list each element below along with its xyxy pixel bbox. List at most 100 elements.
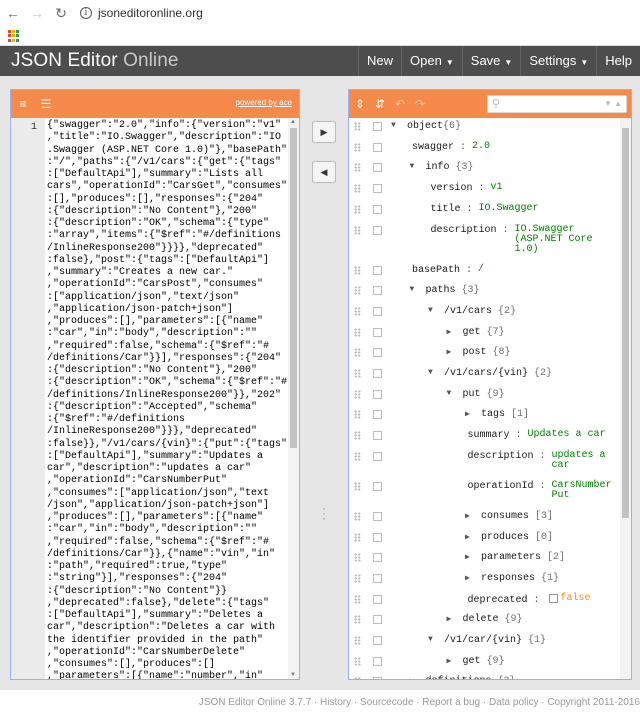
tree-key-text[interactable]: get: [463, 656, 481, 667]
tree-key-text[interactable]: description: [431, 225, 497, 236]
tree-key[interactable]: post {8}: [463, 347, 511, 358]
drag-handle-icon[interactable]: [354, 410, 361, 420]
context-menu-button[interactable]: [373, 306, 382, 316]
tree-key[interactable]: operationId : CarsNumber Put: [468, 480, 612, 501]
apps-grid-icon[interactable]: [8, 30, 20, 42]
tree-key-text[interactable]: post: [463, 347, 487, 358]
tree-key-text[interactable]: version: [431, 183, 473, 194]
drag-handle-icon[interactable]: [354, 553, 361, 563]
tree-key-text[interactable]: description: [468, 451, 534, 462]
context-menu-button[interactable]: [373, 636, 382, 645]
drag-handle-icon[interactable]: [354, 481, 361, 491]
context-menu-button[interactable]: [373, 286, 382, 296]
tree-value[interactable]: false: [561, 593, 591, 604]
tree-row[interactable]: summary : Updates a car: [349, 429, 620, 450]
back-icon[interactable]: ←: [6, 5, 20, 21]
tree-key[interactable]: paths {3}: [426, 285, 480, 296]
tree-key[interactable]: swagger : 2.0: [412, 141, 490, 153]
context-menu-button[interactable]: [373, 184, 382, 194]
expanded-caret-icon[interactable]: ▼: [428, 368, 433, 377]
tree-key-text[interactable]: consumes: [481, 511, 529, 522]
context-menu-button[interactable]: [373, 481, 382, 491]
tree-key[interactable]: basePath : /: [412, 264, 484, 276]
expanded-caret-icon[interactable]: ▼: [391, 121, 396, 130]
tree-key[interactable]: /v1/cars {2}: [444, 306, 516, 317]
expand-all-icon[interactable]: ⇕: [353, 97, 367, 111]
drag-handle-icon[interactable]: [354, 656, 361, 666]
tree-row[interactable]: title : IO.Swagger: [349, 203, 620, 224]
tree-row[interactable]: ▶ get {7}: [349, 326, 620, 347]
tree-row[interactable]: ▶ parameters [2]: [349, 551, 620, 572]
drag-handle-icon[interactable]: [354, 431, 361, 441]
tree-key[interactable]: summary : Updates a car: [468, 430, 606, 442]
tree-key[interactable]: consumes [3]: [481, 511, 553, 522]
forward-icon[interactable]: →: [30, 5, 44, 21]
expanded-caret-icon[interactable]: ▼: [410, 162, 415, 171]
context-menu-button[interactable]: [373, 163, 382, 173]
tree-key-text[interactable]: /v1/car/{vin}: [444, 635, 522, 646]
tree-key[interactable]: /v1/car/{vin} {1}: [444, 635, 546, 646]
tree-key-text[interactable]: swagger: [412, 142, 454, 153]
tree-key-text[interactable]: paths: [426, 285, 456, 296]
tree-key[interactable]: /v1/cars/{vin} {2}: [444, 368, 552, 379]
drag-handle-icon[interactable]: [354, 204, 361, 214]
drag-handle-icon[interactable]: [354, 122, 361, 131]
expanded-caret-icon[interactable]: ▼: [410, 285, 415, 294]
drag-handle-icon[interactable]: [354, 163, 361, 173]
expanded-caret-icon[interactable]: ▼: [428, 306, 433, 315]
tree-row[interactable]: ▶ consumes [3]: [349, 510, 620, 531]
tree-key-text[interactable]: get: [463, 327, 481, 338]
info-icon[interactable]: i: [80, 7, 92, 19]
context-menu-button[interactable]: [373, 573, 382, 583]
drag-handle-icon[interactable]: [354, 389, 361, 399]
context-menu-button[interactable]: [373, 615, 382, 625]
search-nav-icon[interactable]: ▼ ▲: [604, 99, 622, 108]
tree-row[interactable]: ▶ responses {1}: [349, 572, 620, 593]
tree-row[interactable]: operationId : CarsNumber Put: [349, 480, 620, 510]
tree-key-text[interactable]: operationId: [468, 481, 534, 492]
collapse-all-icon[interactable]: ⇵: [373, 97, 387, 111]
tree-key[interactable]: deprecated : false: [468, 593, 591, 606]
scroll-thumb[interactable]: [622, 128, 629, 518]
copy-to-code-button[interactable]: ◀: [312, 161, 336, 183]
compact-icon[interactable]: ☰: [39, 97, 53, 111]
collapsed-caret-icon[interactable]: ▶: [465, 573, 470, 583]
splitter-handle[interactable]: · · ·: [322, 502, 326, 524]
expanded-caret-icon[interactable]: ▼: [428, 635, 433, 644]
tree-key-text[interactable]: object: [407, 121, 443, 132]
context-menu-button[interactable]: [373, 594, 382, 604]
tree-key-text[interactable]: produces: [481, 532, 529, 543]
context-menu-button[interactable]: [373, 348, 382, 358]
undo-icon[interactable]: ↶: [393, 97, 407, 111]
drag-handle-icon[interactable]: [354, 532, 361, 542]
tree-value[interactable]: IO.Swagger: [479, 203, 539, 214]
tree-value[interactable]: 2.0: [472, 141, 490, 152]
tree-key[interactable]: definitions {2}: [426, 676, 516, 679]
drag-handle-icon[interactable]: [354, 142, 361, 152]
tree-key-text[interactable]: title: [431, 204, 461, 215]
tree-key[interactable]: description : updates a car: [468, 450, 606, 471]
drag-handle-icon[interactable]: [354, 511, 361, 521]
tree-value[interactable]: IO.Swagger (ASP.NET Core 1.0): [515, 224, 593, 255]
drag-handle-icon[interactable]: [354, 306, 361, 316]
scroll-thumb[interactable]: [290, 128, 297, 448]
tree-key[interactable]: version : v1: [431, 183, 503, 195]
powered-by-link[interactable]: powered by ace: [236, 98, 292, 107]
tree-key[interactable]: title : IO.Swagger: [431, 203, 539, 215]
drag-handle-icon[interactable]: [354, 348, 361, 358]
menu-new[interactable]: New: [358, 46, 401, 76]
tree-key[interactable]: object{6}: [407, 121, 461, 132]
tree-key-text[interactable]: tags: [481, 409, 505, 420]
context-menu-button[interactable]: [373, 327, 382, 337]
tree-row[interactable]: ▼ /v1/cars {2}: [349, 305, 620, 326]
tree-row[interactable]: ▶ produces [0]: [349, 531, 620, 552]
boolean-checkbox[interactable]: [548, 593, 558, 603]
menu-settings[interactable]: Settings ▼: [520, 46, 596, 76]
tree-value[interactable]: CarsNumber Put: [552, 480, 612, 501]
collapsed-caret-icon[interactable]: ▶: [465, 511, 470, 521]
drag-handle-icon[interactable]: [354, 615, 361, 625]
tree-key[interactable]: delete {9}: [463, 614, 523, 625]
tree-key-text[interactable]: definitions: [426, 676, 492, 679]
drag-handle-icon[interactable]: [354, 286, 361, 296]
tree-row[interactable]: ▶ post {8}: [349, 346, 620, 367]
